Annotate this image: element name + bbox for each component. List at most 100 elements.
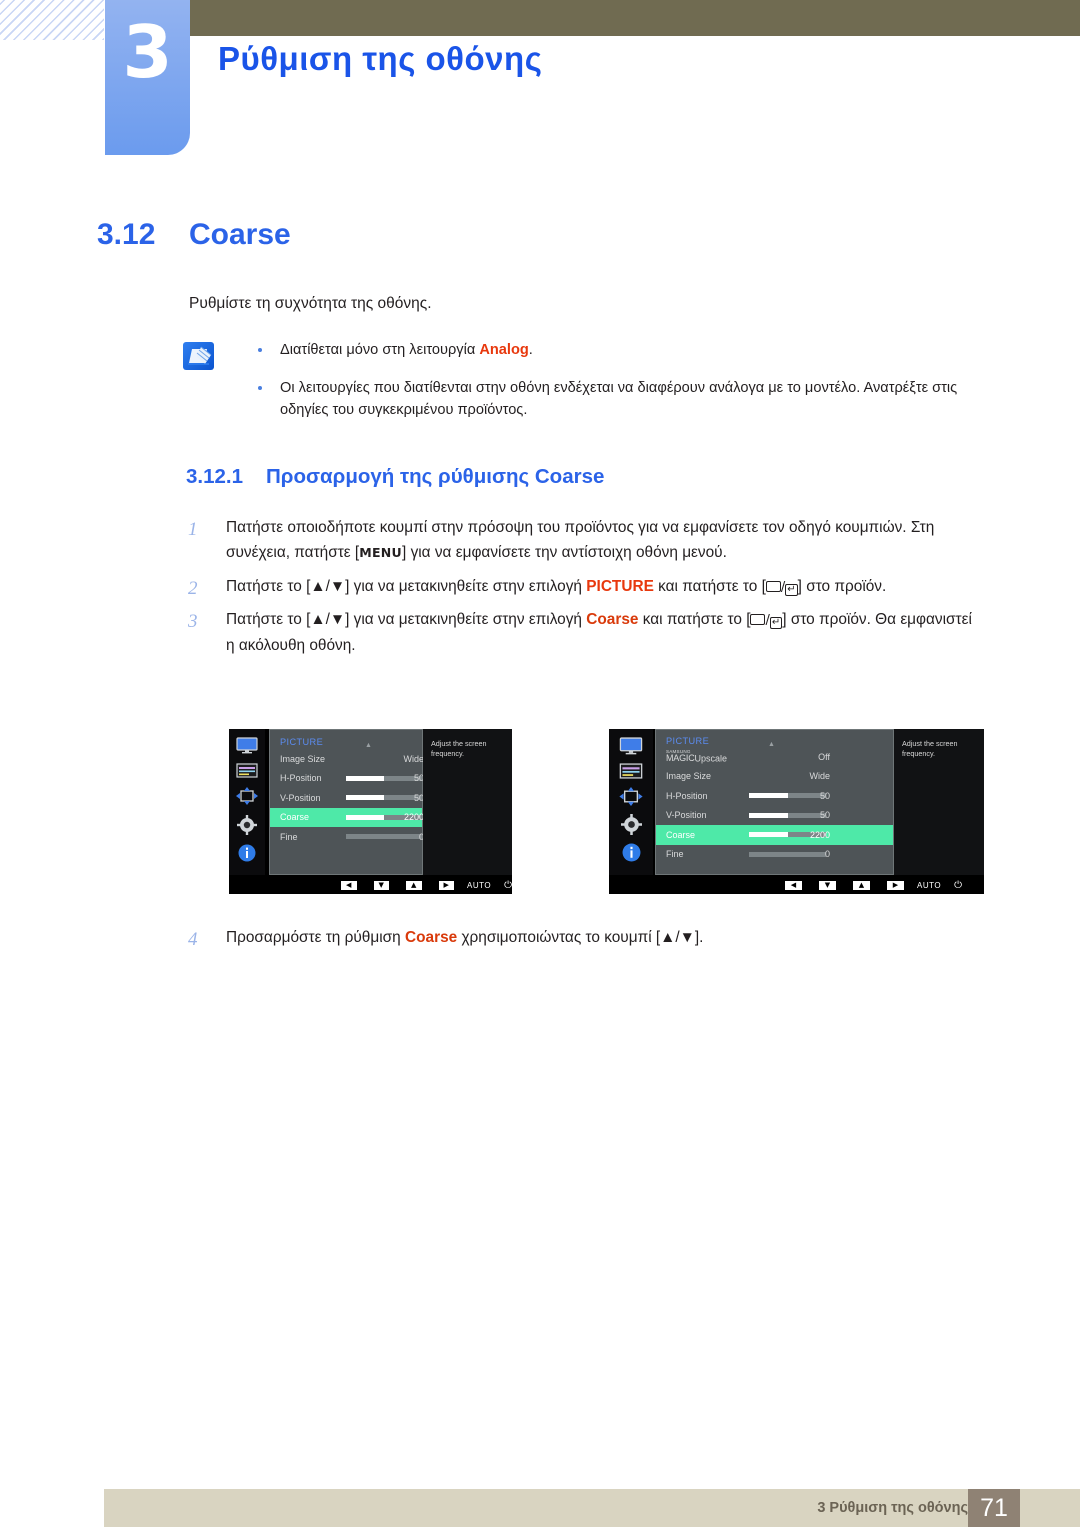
step-text-part1: Πατήστε το [▲/▼] για να μετακινηθείτε στ…	[226, 577, 587, 595]
osd-row-v-position[interactable]: V-Position 50	[270, 788, 424, 808]
osd-row-value: 2200	[403, 812, 424, 823]
power-button-icon[interactable]: ⏻	[504, 880, 512, 891]
list-item: Διατίθεται μόνο στη λειτουργία Analog.	[248, 340, 983, 362]
osd-row-label: Coarse	[280, 812, 310, 823]
gear-icon[interactable]	[620, 814, 642, 840]
step-number: 2	[188, 577, 198, 599]
enter-button-icon: ↵	[785, 583, 798, 596]
source-button-icon	[765, 580, 781, 592]
right-button-icon[interactable]: ▶	[438, 881, 454, 890]
down-button-icon[interactable]: ▼	[819, 881, 836, 890]
osd-button-guide: ◀ ▼ ▲ ▶ AUTO ⏻	[609, 877, 984, 894]
menu-key-label: MENU	[359, 545, 403, 561]
osd-row-list: Image Size Wide H-Position 50 V-Position 50 Co…	[270, 747, 424, 847]
osd-row-label-text: Upscale	[694, 753, 728, 764]
right-button-icon[interactable]: ▶	[887, 881, 904, 890]
osd-row-h-position[interactable]: H-Position 50	[270, 769, 424, 789]
osd-button-guide: ◀ ▼ ▲ ▶ AUTO ⏻	[229, 877, 512, 894]
osd-row-label: Image Size	[666, 771, 712, 782]
chapter-number: 3	[122, 10, 173, 94]
list-icon[interactable]	[236, 763, 258, 783]
note-block: Διατίθεται μόνο στη λειτουργία Analog. Ο…	[183, 340, 983, 438]
left-button-icon[interactable]: ◀	[785, 881, 802, 890]
step-text-part3: ] στο προϊόν.	[797, 577, 887, 595]
info-icon[interactable]	[238, 844, 256, 867]
osd-row-value: 2200	[809, 829, 830, 840]
info-icon[interactable]	[622, 843, 641, 867]
osd-row-image-size[interactable]: Image Size Wide	[656, 767, 893, 787]
source-button-icon	[750, 614, 766, 626]
bullet-dot	[258, 348, 262, 352]
magic-big-text: MAGIC	[666, 752, 695, 763]
note-text-post: .	[528, 342, 533, 358]
osd-row-h-position[interactable]: H-Position 50	[656, 786, 893, 806]
scroll-up-arrow-icon[interactable]: ▲	[365, 742, 372, 749]
chapter-title: Ρύθμιση της οθόνης	[218, 40, 543, 77]
osd-screenshot-right: PICTURE ▲ SAMSUNG MAGIC Upscale Off Image Si…	[609, 729, 984, 894]
osd-row-label: SAMSUNG MAGIC Upscale	[666, 749, 728, 764]
step-text-part1: Πατήστε το [▲/▼] για να μετακινηθείτε στ…	[226, 611, 587, 629]
osd-menu-panel: PICTURE ▲ Image Size Wide H-Position 50 V-Po…	[269, 729, 424, 875]
osd-row-label: Coarse	[666, 829, 696, 840]
auto-button-label[interactable]: AUTO	[467, 881, 491, 890]
note-pencil-icon	[183, 342, 214, 370]
section-intro-text: Ρυθμίστε τη συχνότητα της οθόνης.	[189, 295, 432, 312]
step-number: 3	[188, 611, 198, 633]
step-4: 4 Προσαρμόστε τη ρύθμιση Coarse χρησιμοπο…	[186, 925, 976, 950]
osd-row-coarse[interactable]: Coarse 2200	[656, 825, 893, 845]
bullet-dot	[258, 385, 262, 390]
decorative-hatch-pattern	[0, 0, 104, 40]
down-button-icon[interactable]: ▼	[373, 881, 389, 890]
osd-row-fine[interactable]: Fine 0	[270, 827, 424, 847]
up-button-icon[interactable]: ▲	[406, 881, 422, 890]
osd-row-value: 0	[418, 831, 424, 842]
osd-row-label: H-Position	[280, 773, 322, 784]
note-text-pre: Διατίθεται μόνο στη λειτουργία	[280, 342, 480, 358]
osd-row-list: SAMSUNG MAGIC Upscale Off Image Size Wide H-Po…	[656, 746, 893, 864]
osd-row-coarse[interactable]: Coarse 2200	[270, 807, 424, 827]
osd-row-value: 50	[413, 773, 424, 784]
osd-row-v-position[interactable]: V-Position 50	[656, 806, 893, 826]
note-keyword-analog: Analog	[479, 342, 529, 358]
steps-list: 1 Πατήστε οποιοδήποτε κουμπί στην πρόσοψη…	[186, 515, 976, 666]
power-button-icon[interactable]: ⏻	[954, 880, 962, 891]
step-1: 1 Πατήστε οποιοδήποτε κουμπί στην πρόσοψη…	[186, 515, 976, 566]
left-button-icon[interactable]: ◀	[341, 881, 357, 890]
osd-row-value: 0	[824, 849, 830, 860]
enter-button-icon: ↵	[769, 617, 783, 630]
monitor-icon[interactable]	[236, 737, 258, 759]
position-arrows-icon[interactable]	[619, 786, 643, 811]
subsection-title: Προσαρμογή της ρύθμισης Coarse	[266, 465, 605, 488]
section-heading: 3.12 Coarse	[97, 218, 291, 252]
page-number: 71	[968, 1489, 1020, 1527]
subsection-number: 3.12.1	[186, 465, 243, 488]
step-3: 3 Πατήστε το [▲/▼] για να μετακινηθείτε σ…	[186, 607, 976, 658]
step-keyword-picture: PICTURE	[586, 577, 654, 595]
up-button-icon[interactable]: ▲	[853, 881, 870, 890]
monitor-icon[interactable]	[619, 737, 643, 760]
osd-row-upscale[interactable]: SAMSUNG MAGIC Upscale Off	[656, 747, 893, 767]
chapter-number-tab: 3	[105, 0, 190, 155]
osd-help-text: Adjust the screen frequency.	[894, 729, 984, 875]
step-text-part2: και πατήστε το [	[653, 577, 766, 595]
note-list: Διατίθεται μόνο στη λειτουργία Analog. Ο…	[248, 340, 983, 422]
osd-row-value: 50	[413, 792, 424, 803]
osd-row-fine[interactable]: Fine 0	[656, 845, 893, 865]
osd-icon-rail	[609, 729, 653, 875]
osd-row-label: V-Position	[280, 792, 321, 803]
position-arrows-icon[interactable]	[236, 787, 258, 810]
osd-row-label: Fine	[280, 831, 298, 842]
step-number: 1	[188, 519, 198, 540]
samsung-magic-logo: SAMSUNG MAGIC	[666, 749, 695, 763]
osd-help-text: Adjust the screen frequency.	[423, 729, 512, 875]
subsection-heading: 3.12.1 Προσαρμογή της ρύθμισης Coarse	[186, 465, 604, 489]
document-page: 3 Ρύθμιση της οθόνης 3.12 Coarse Ρυθμίστε…	[0, 0, 1080, 1527]
step-keyword-coarse: Coarse	[586, 611, 639, 629]
auto-button-label[interactable]: AUTO	[917, 881, 941, 890]
osd-body: PICTURE ▲ Image Size Wide H-Position 50 V-Po…	[229, 729, 512, 875]
gear-icon[interactable]	[237, 814, 257, 840]
osd-row-image-size[interactable]: Image Size Wide	[270, 749, 424, 769]
note-text-pre: Οι λειτουργίες που διατίθενται στην οθόν…	[280, 379, 958, 418]
osd-row-value: 50	[819, 790, 830, 801]
list-icon[interactable]	[619, 763, 643, 784]
